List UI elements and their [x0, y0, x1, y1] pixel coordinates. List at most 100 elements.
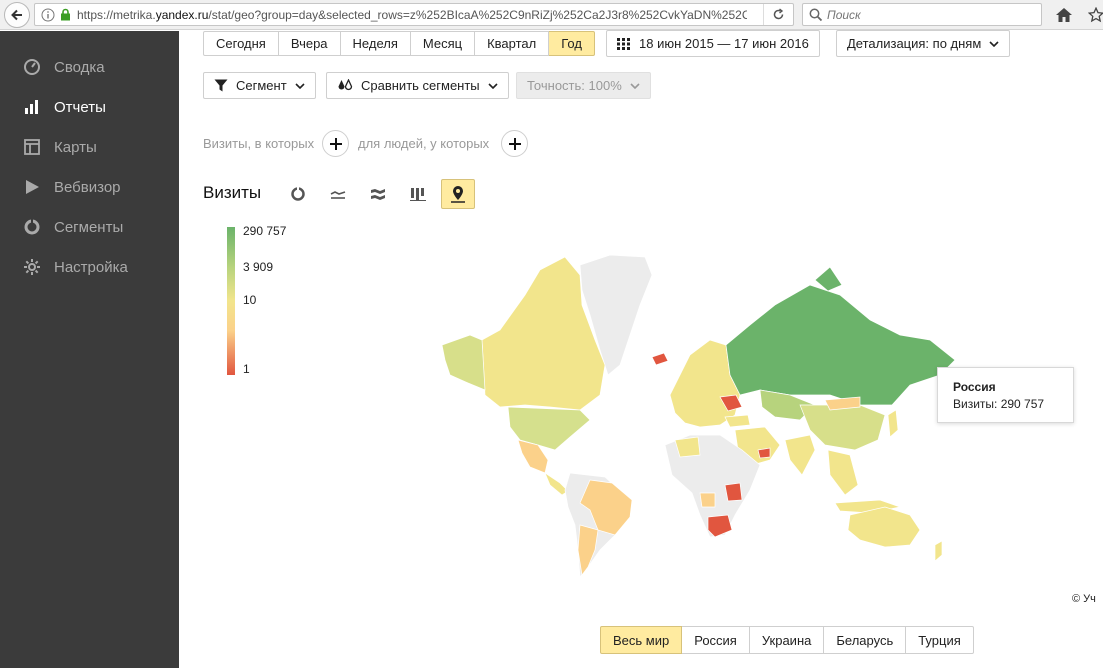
compare-segments-button[interactable]: Сравнить сегменты — [326, 72, 509, 99]
sidebar-item-label: Карты — [54, 138, 97, 156]
browser-search[interactable] — [802, 3, 1042, 26]
map-copyright: © Уч — [1072, 593, 1096, 605]
home-button[interactable] — [1053, 4, 1075, 26]
url-bar[interactable]: https://metrika.yandex.ru/stat/geo?group… — [34, 3, 794, 26]
region-selector: Весь мир Россия Украина Беларусь Турция — [600, 626, 974, 654]
period-today-button[interactable]: Сегодня — [203, 31, 279, 56]
period-quarter-button[interactable]: Квартал — [475, 31, 550, 56]
home-icon — [1056, 8, 1072, 22]
search-input[interactable] — [827, 7, 1027, 22]
map-region-australia[interactable] — [847, 506, 921, 548]
arrow-left-icon — [11, 9, 22, 21]
map-region-south-africa[interactable] — [707, 514, 733, 538]
line-view-button[interactable] — [322, 179, 354, 209]
bar-view-button[interactable] — [402, 179, 434, 209]
url-text[interactable]: https://metrika.yandex.ru/stat/geo?group… — [77, 8, 747, 22]
map-tooltip: Россия Визиты: 290 757 — [937, 367, 1074, 423]
sidebar-item-label: Сегменты — [54, 218, 124, 236]
map-pin-icon — [451, 186, 465, 203]
period-week-button[interactable]: Неделя — [340, 31, 411, 56]
map-region-east-africa[interactable] — [724, 482, 743, 502]
accuracy-label: Точность: 100% — [527, 78, 622, 93]
search-icon — [809, 8, 823, 21]
reload-icon — [773, 8, 784, 20]
people-condition-label: для людей, у которых — [358, 136, 490, 151]
tooltip-country: Россия — [953, 380, 996, 394]
chevron-down-icon — [989, 40, 999, 47]
add-people-condition-button[interactable] — [501, 130, 528, 157]
sidebar-item-maps[interactable]: Карты — [0, 129, 179, 165]
area-chart-icon — [371, 189, 385, 200]
region-world-button[interactable]: Весь мир — [600, 626, 683, 654]
period-yesterday-button[interactable]: Вчера — [278, 31, 341, 56]
back-button[interactable] — [4, 2, 30, 28]
region-belarus-button[interactable]: Беларусь — [824, 626, 907, 654]
map-region-yemen[interactable] — [757, 447, 771, 459]
segment-label: Сегмент — [236, 78, 287, 93]
sidebar-item-summary[interactable]: Сводка — [0, 49, 179, 85]
map-region-russia[interactable] — [725, 284, 956, 406]
add-visit-condition-button[interactable] — [322, 130, 349, 157]
report-title: Визиты — [203, 183, 262, 202]
date-range-button[interactable]: 18 июн 2015 — 17 июн 2016 — [606, 30, 820, 57]
sidebar-item-reports[interactable]: Отчеты — [0, 89, 179, 125]
area-view-button[interactable] — [362, 179, 394, 209]
bookmark-button[interactable] — [1087, 4, 1103, 26]
filter-icon — [214, 79, 228, 92]
layout-icon — [22, 137, 42, 157]
map-region-central-america[interactable] — [544, 472, 569, 496]
play-icon — [22, 177, 42, 197]
sidebar-item-segments[interactable]: Сегменты — [0, 209, 179, 245]
accuracy-dropdown[interactable]: Точность: 100% — [516, 72, 651, 99]
map-view-button[interactable] — [441, 179, 475, 209]
drops-icon — [337, 79, 353, 92]
sidebar: Сводка Отчеты Карты Вебвизор Сегменты На… — [0, 31, 179, 668]
url-rest: /stat/geo?group=day&selected_rows=z%252B… — [208, 7, 747, 22]
region-turkey-button[interactable]: Турция — [906, 626, 974, 654]
legend-max-label: 290 757 — [243, 224, 287, 238]
period-month-button[interactable]: Месяц — [410, 31, 476, 56]
reload-button[interactable] — [763, 4, 793, 25]
sidebar-item-label: Вебвизор — [54, 178, 121, 196]
map-region-alaska[interactable] — [441, 334, 486, 391]
sidebar-item-label: Отчеты — [54, 98, 106, 116]
compare-segments-label: Сравнить сегменты — [361, 78, 480, 93]
region-russia-button[interactable]: Россия — [682, 626, 750, 654]
map-region-new-zealand[interactable] — [934, 540, 943, 562]
tooltip-value: Визиты: 290 757 — [953, 397, 1045, 411]
map-region-japan[interactable] — [887, 409, 899, 438]
calendar-icon — [617, 37, 631, 50]
map-region-iceland[interactable] — [651, 352, 669, 366]
url-prefix: https://metrika. — [77, 7, 156, 22]
map-region-argentina[interactable] — [577, 524, 599, 576]
gear-icon — [22, 257, 42, 277]
sidebar-item-webvisor[interactable]: Вебвизор — [0, 169, 179, 205]
browser-toolbar: https://metrika.yandex.ru/stat/geo?group… — [0, 0, 1103, 30]
date-range-label: 18 июн 2015 — 17 июн 2016 — [639, 36, 809, 51]
info-icon[interactable] — [39, 3, 57, 26]
bar-chart-icon — [22, 97, 42, 117]
chevron-down-icon — [488, 82, 498, 89]
world-map — [441, 254, 956, 578]
map-region-se-asia[interactable] — [827, 449, 859, 496]
period-year-button[interactable]: Год — [549, 31, 595, 56]
map-region-angola[interactable] — [699, 492, 716, 508]
pie-icon — [22, 217, 42, 237]
line-chart-icon — [330, 191, 346, 199]
star-icon — [1088, 7, 1103, 23]
detail-dropdown[interactable]: Детализация: по дням — [836, 30, 1011, 57]
chevron-down-icon — [295, 82, 305, 89]
map-region-india[interactable] — [784, 434, 816, 476]
gauge-icon — [22, 57, 42, 77]
segment-button[interactable]: Сегмент — [203, 72, 316, 99]
map-region-russia-north[interactable] — [814, 266, 843, 292]
pie-chart-icon — [291, 187, 305, 201]
map-region-turkey[interactable] — [724, 414, 751, 428]
visits-condition-label: Визиты, в которых — [203, 136, 315, 151]
region-ukraine-button[interactable]: Украина — [749, 626, 825, 654]
legend-min-label: 1 — [243, 362, 250, 376]
sidebar-item-settings[interactable]: Настройка — [0, 249, 179, 285]
plus-icon — [329, 137, 342, 150]
legend-mid-label: 3 909 — [243, 260, 274, 274]
pie-view-button[interactable] — [282, 179, 314, 209]
